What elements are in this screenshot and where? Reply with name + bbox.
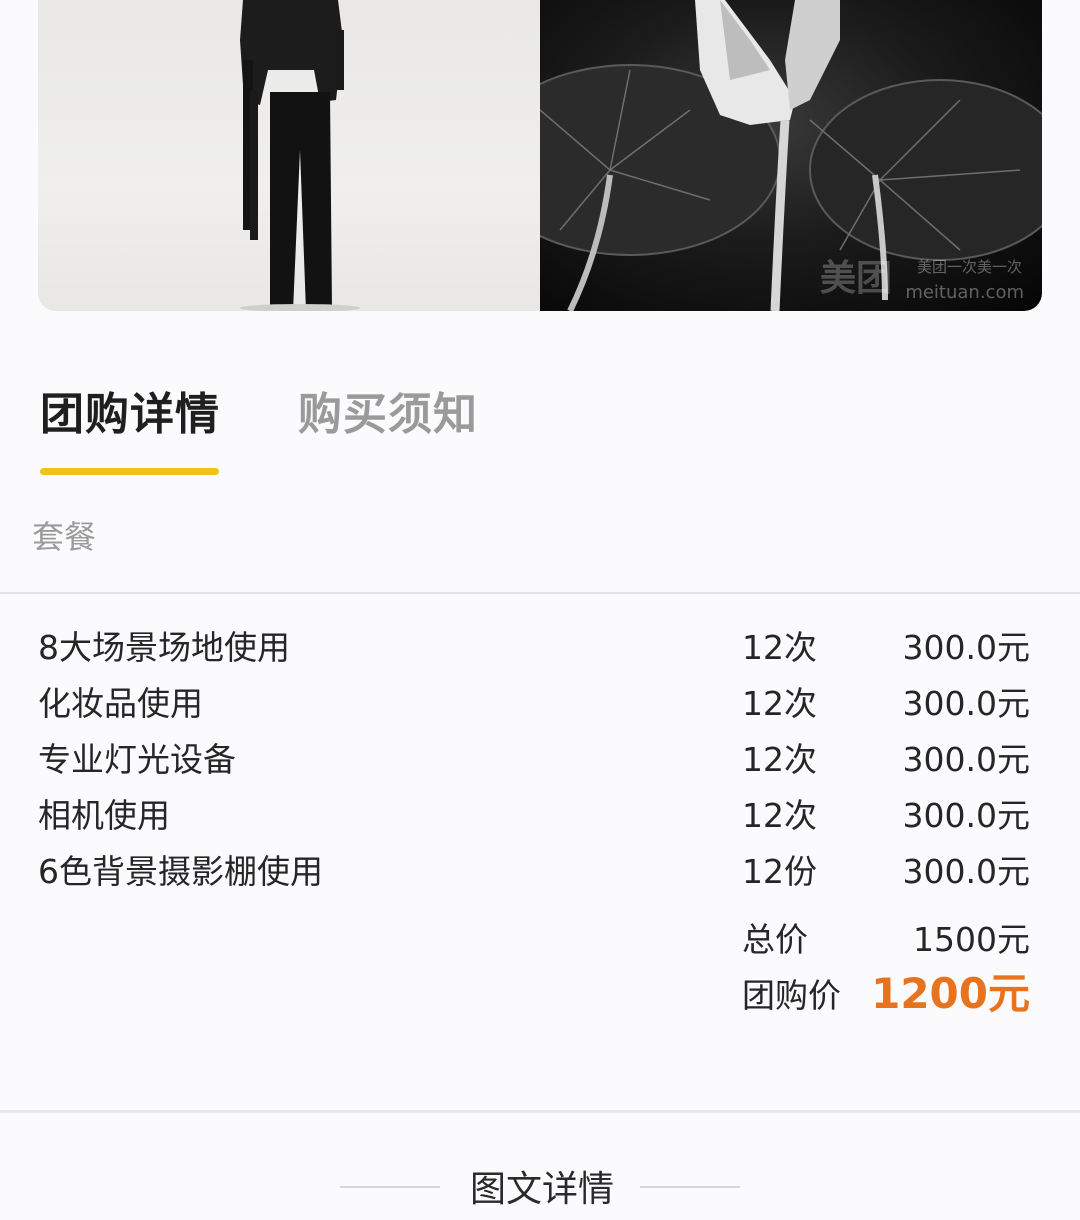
package-item: 6色背景摄影棚使用 12份 300.0元	[38, 844, 1030, 900]
package-item-price: 300.0元	[902, 740, 1030, 779]
package-item: 相机使用 12次 300.0元	[38, 788, 1030, 844]
group-price-row: 团购价 1200元	[742, 968, 1030, 1024]
package-item: 8大场景场地使用 12次 300.0元	[38, 620, 1030, 676]
package-item: 专业灯光设备 12次 300.0元	[38, 732, 1030, 788]
image-text-details-header: 图文详情	[0, 1160, 1080, 1220]
total-price-label: 总价	[742, 920, 808, 959]
total-price-row: 总价 1500元	[742, 912, 1030, 968]
active-tab-indicator	[40, 468, 219, 475]
total-price-value: 1500元	[913, 920, 1030, 959]
section-divider	[0, 592, 1080, 594]
tab-purchase-notes[interactable]: 购买须知	[298, 378, 478, 442]
package-item-qty: 12次	[742, 740, 817, 779]
package-item-qty: 12次	[742, 796, 817, 835]
package-item-qty: 12份	[742, 852, 817, 891]
package-section-label: 套餐	[32, 518, 97, 556]
price-summary: 总价 1500元 团购价 1200元	[742, 912, 1030, 1024]
watermark-slogan: 美团一次美一次	[916, 258, 1022, 276]
title-decoration-line	[340, 1186, 440, 1188]
meituan-watermark-logo: 美团	[819, 258, 892, 299]
package-item-name: 相机使用	[38, 796, 170, 835]
package-table: 8大场景场地使用 12次 300.0元 化妆品使用 12次 300.0元 专业灯…	[38, 620, 1030, 900]
package-item-price: 300.0元	[902, 628, 1030, 667]
photo-gallery[interactable]: 美团 美团一次美一次 meituan.com	[38, 0, 1042, 311]
package-item-price: 300.0元	[902, 684, 1030, 723]
package-item-qty: 12次	[742, 628, 817, 667]
package-item-name: 化妆品使用	[38, 684, 203, 723]
package-item-qty: 12次	[742, 684, 817, 723]
package-item-name: 专业灯光设备	[38, 740, 236, 779]
detail-tabs: 团购详情 购买须知	[40, 378, 478, 442]
package-item: 化妆品使用 12次 300.0元	[38, 676, 1030, 732]
package-item-name: 8大场景场地使用	[38, 628, 290, 667]
model-figure-illustration	[240, 0, 360, 311]
package-item-name: 6色背景摄影棚使用	[38, 852, 323, 891]
section-divider	[0, 1110, 1080, 1113]
package-item-price: 300.0元	[902, 852, 1030, 891]
image-text-details-title: 图文详情	[470, 1169, 615, 1210]
watermark-domain: meituan.com	[905, 282, 1024, 303]
group-price-label: 团购价	[742, 976, 841, 1015]
package-item-price: 300.0元	[902, 796, 1030, 835]
model-photo[interactable]	[38, 0, 540, 311]
group-price-value: 1200元	[871, 969, 1030, 1018]
title-decoration-line	[640, 1186, 740, 1188]
tab-group-buy-details[interactable]: 团购详情	[40, 378, 220, 442]
lotus-photo[interactable]: 美团 美团一次美一次 meituan.com	[540, 0, 1042, 311]
